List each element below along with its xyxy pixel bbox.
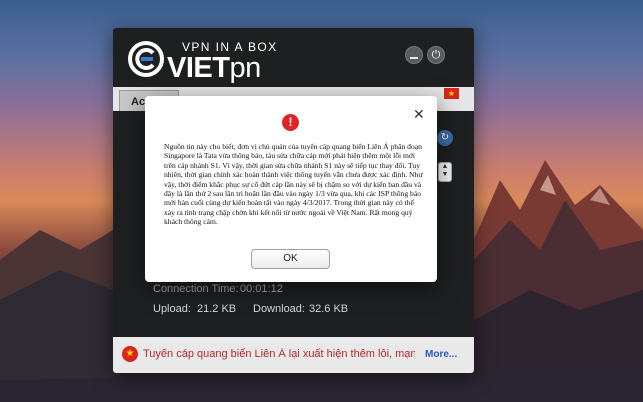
connection-time-label: Connection Time: <box>153 283 239 295</box>
news-ticker: ★ Tuyến cáp quang biển Liên Á lại xuất h… <box>113 337 474 373</box>
dialog-message: Nguồn tin này cho biết, đơn vị chủ quản … <box>164 142 423 227</box>
power-button[interactable]: ⏻ <box>427 46 445 64</box>
news-text[interactable]: Tuyến cáp quang biển Liên Á lại xuất hiệ… <box>143 348 415 360</box>
alert-icon: ! <box>282 114 299 131</box>
news-more-link[interactable]: More... <box>425 349 457 360</box>
alert-dialog: ! ✕ Nguồn tin này cho biết, đơn vị chủ q… <box>145 96 437 282</box>
ok-button[interactable]: OK <box>251 249 330 269</box>
close-icon[interactable]: ✕ <box>413 107 425 121</box>
logo-circle-icon <box>128 41 164 77</box>
minimize-button[interactable] <box>405 46 423 64</box>
download-value: 32.6 KB <box>309 303 349 315</box>
connection-time-value: 00:01:12 <box>240 283 283 295</box>
server-stepper[interactable]: ▲ ▼ <box>438 162 452 182</box>
logo-brand-rest: pn <box>229 52 261 84</box>
vietnam-flag-icon[interactable]: ★ <box>444 88 459 99</box>
news-flag-icon: ★ <box>122 346 138 362</box>
app-logo: VPN IN A BOX VIETpn <box>127 38 287 86</box>
download-label: Download: <box>253 303 305 315</box>
upload-label: Upload: <box>153 303 191 315</box>
refresh-icon[interactable]: ↻ <box>437 130 453 146</box>
logo-brand: VIETpn <box>167 52 261 85</box>
upload-value: 21.2 KB <box>197 303 237 315</box>
logo-brand-first: VIET <box>167 52 230 84</box>
